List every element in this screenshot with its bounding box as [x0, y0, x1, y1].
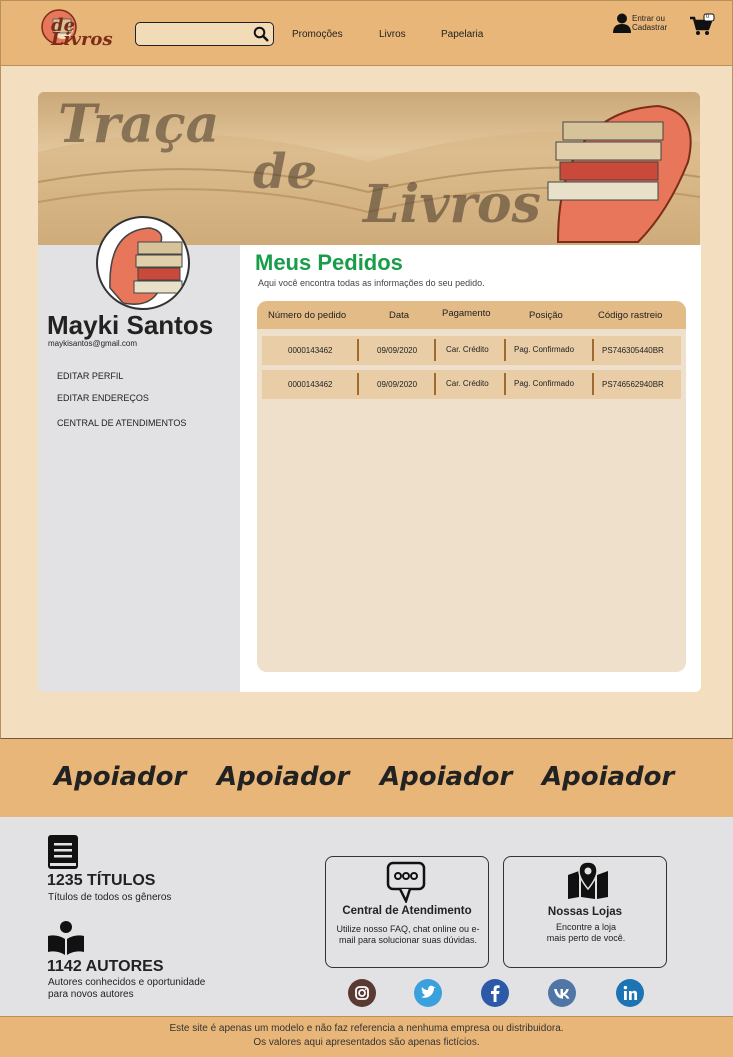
col-status: Posição [529, 310, 563, 321]
sponsor-logo[interactable]: Apoiador [54, 762, 186, 792]
support-card-description: Utilize nosso FAQ, chat online ou e-mail… [336, 924, 480, 945]
sponsor-logo[interactable]: Apoiador [380, 762, 512, 792]
banner-title-3: Livros [363, 174, 541, 235]
nav-promocoes[interactable]: Promoções [292, 29, 343, 40]
reader-icon [48, 921, 84, 955]
order-date-cell: 09/09/2020 [377, 380, 418, 389]
site-header: de Livros Promoções Livros Papelaria Ent… [0, 0, 733, 66]
account-line1: Entrar ou [632, 14, 665, 23]
order-number-cell: 0000143462 [288, 346, 333, 355]
book-icon [48, 835, 78, 869]
edit-profile-link[interactable]: EDITAR PERFIL [57, 371, 123, 381]
cart-count: 0 [706, 14, 710, 20]
order-payment-cell: Car. Crédito [446, 345, 489, 354]
stores-card[interactable]: Nossas Lojas Encontre a loja mais perto … [503, 856, 667, 968]
stores-card-title: Nossas Lojas [547, 906, 623, 918]
nav-livros[interactable]: Livros [379, 29, 406, 40]
order-payment-cell: Car. Crédito [446, 379, 489, 388]
support-center-link[interactable]: CENTRAL DE ATENDIMENTOS [57, 418, 186, 428]
account-line2: Cadastrar [632, 23, 668, 32]
search-icon[interactable] [253, 26, 269, 42]
col-date: Data [389, 310, 410, 321]
edit-addresses-link[interactable]: EDITAR ENDEREÇOS [57, 393, 149, 403]
order-status-cell: Pag. Confirmado [514, 379, 575, 388]
user-email: maykisantos@gmail.com [48, 339, 138, 348]
user-icon [613, 13, 631, 33]
authors-description: Autores conhecidos e oportunidade para n… [48, 977, 206, 1000]
sponsor-logo[interactable]: Apoiador [542, 762, 674, 792]
footer-disclaimer-2: Os valores aqui apresentados são apenas … [253, 1037, 480, 1048]
stores-card-description: Encontre a loja mais perto de você. [546, 922, 626, 943]
facebook-icon[interactable] [481, 979, 509, 1007]
order-number-cell: 0000143462 [288, 380, 333, 389]
avatar-moth-icon [109, 227, 183, 305]
logo-text: de Livros [51, 15, 113, 50]
page-subtitle: Aqui você encontra todas as informações … [258, 278, 485, 288]
twitter-icon[interactable] [414, 979, 442, 1007]
user-name: Mayki Santos [47, 310, 214, 340]
search-box[interactable] [135, 22, 274, 46]
footer-disclaimer-1: Este site é apenas um modelo e não faz r… [169, 1023, 564, 1034]
instagram-icon[interactable] [348, 979, 376, 1007]
support-center-card[interactable]: Central de Atendimento Utilize nosso FAQ… [325, 856, 489, 968]
col-tracking: Código rastreio [598, 310, 663, 321]
map-pin-icon [568, 861, 608, 899]
cart-button[interactable]: 0 [689, 13, 715, 37]
col-payment: Pagamento [442, 308, 491, 319]
search-input[interactable] [140, 23, 250, 43]
vk-icon[interactable] [548, 979, 576, 1007]
chat-bubble-icon [386, 861, 426, 903]
banner-title-2: de [253, 144, 318, 200]
authors-count: 1142 AUTORES [47, 958, 164, 975]
footer-bar: Este site é apenas um modelo e não faz r… [0, 1016, 733, 1057]
order-tracking-cell: PS746305440BR [602, 346, 664, 355]
titles-count: 1235 TÍTULOS [47, 872, 156, 889]
cart-icon [690, 13, 715, 35]
order-status-cell: Pag. Confirmado [514, 345, 575, 354]
nav-papelaria[interactable]: Papelaria [441, 29, 483, 40]
support-card-title: Central de Atendimento [342, 905, 472, 917]
linkedin-icon[interactable] [616, 979, 644, 1007]
col-order-number: Número do pedido [268, 310, 347, 321]
banner-title-1: Traça [58, 94, 220, 155]
account-link[interactable]: Entrar ou Cadastrar [613, 13, 677, 35]
titles-description: Títulos de todos os gêneros [48, 892, 172, 903]
page-title: Meus Pedidos [255, 250, 403, 275]
avatar [96, 216, 190, 310]
sponsor-logo[interactable]: Apoiador [217, 762, 349, 792]
order-date-cell: 09/09/2020 [377, 346, 418, 355]
order-tracking-cell: PS746562940BR [602, 380, 664, 389]
